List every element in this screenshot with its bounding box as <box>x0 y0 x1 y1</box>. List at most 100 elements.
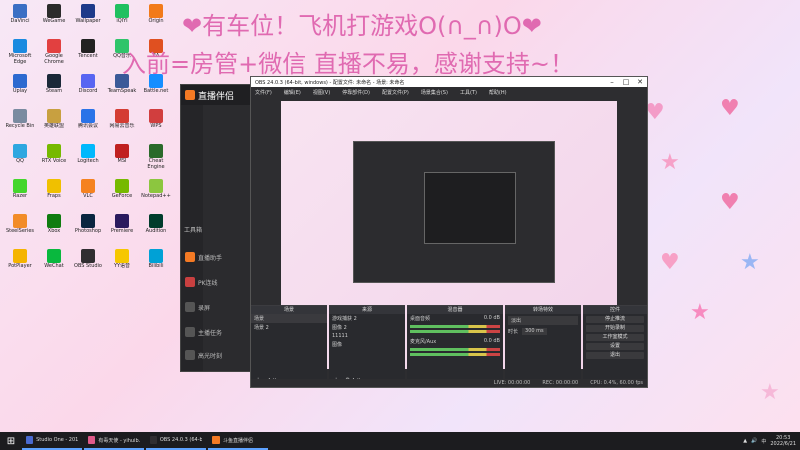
desktop-icon[interactable]: QQ <box>4 144 36 178</box>
nav-highlight[interactable]: 高光时刻 <box>181 343 249 367</box>
duration-label: 时长 <box>508 329 519 335</box>
network-icon[interactable]: ▲ <box>743 438 747 444</box>
app-icon <box>115 4 129 18</box>
desktop-icon[interactable]: Cheat Engine <box>140 144 172 178</box>
desktop-icon-label: Bilibili <box>148 263 164 269</box>
menu-item[interactable]: 帮助(H) <box>489 89 507 96</box>
transition-select[interactable]: 淡出 <box>508 316 578 325</box>
app-icon <box>13 74 27 88</box>
desktop-icon[interactable]: Tencent <box>72 39 104 73</box>
menu-item[interactable]: 文件(F) <box>255 89 272 96</box>
app-icon <box>47 109 61 123</box>
desktop-icon-label: Photoshop <box>74 228 102 234</box>
stop-streaming-button[interactable]: 停止推流 <box>586 316 644 323</box>
minimize-icon[interactable]: – <box>605 78 619 86</box>
desktop-icon[interactable]: YY语音 <box>106 249 138 283</box>
desktop-icon-label: VLC <box>83 193 93 199</box>
desktop-icon[interactable]: MSI <box>106 144 138 178</box>
desktop-icon[interactable]: Premiere <box>106 214 138 248</box>
controls-title: 控件 <box>583 306 647 314</box>
stream-overlay-line2: 入前=房管+微信 直播不易，感谢支持~！ <box>122 50 574 78</box>
settings-button[interactable]: 设置 <box>586 343 644 350</box>
duration-input[interactable]: 300 ms <box>522 328 547 335</box>
start-recording-button[interactable]: 开始录制 <box>586 325 644 332</box>
nav-label: 工具箱 <box>184 227 203 234</box>
ime-indicator[interactable]: 中 <box>761 438 766 445</box>
desktop-icon[interactable]: WPS <box>140 109 172 143</box>
desktop-icon[interactable]: Notepad++ <box>140 179 172 213</box>
desktop-icon[interactable]: Google Chrome <box>38 39 70 73</box>
menu-item[interactable]: 工具(T) <box>460 89 477 96</box>
source-item[interactable]: 图像 <box>329 340 405 349</box>
desktop-icon[interactable]: Steam <box>38 74 70 108</box>
taskbar-app[interactable]: OBS 24.0.3 (64-bi... <box>146 432 206 450</box>
app-icon <box>13 39 27 53</box>
taskbar-app[interactable]: 有毒天使 - yihuib... <box>84 432 144 450</box>
source-item[interactable]: 11111 <box>329 332 405 340</box>
menu-item[interactable]: 场景集合(S) <box>421 89 448 96</box>
live-assistant-window[interactable]: 直播伴侣 工具箱 直播助手 PK连线 录屏 主播任务 高光时刻 <box>180 84 252 372</box>
scene-item[interactable]: 场景 2 <box>251 323 327 332</box>
desktop-icon[interactable]: Origin <box>140 4 172 38</box>
menu-item[interactable]: 视图(V) <box>313 89 330 96</box>
menu-item[interactable]: 停靠部件(D) <box>342 89 370 96</box>
nav-pk[interactable]: PK连线 <box>181 270 249 294</box>
desktop-icon[interactable]: WeGame <box>38 4 70 38</box>
desktop-icon[interactable]: PotPlayer <box>4 249 36 283</box>
desktop-icon[interactable]: RTX Voice <box>38 144 70 178</box>
desktop-icon-label: Google Chrome <box>44 53 64 65</box>
desktop-icon[interactable]: Audition <box>140 214 172 248</box>
desktop-icon[interactable]: Fraps <box>38 179 70 213</box>
clock[interactable]: 20:53 2022/6/21 <box>770 435 796 447</box>
app-icon <box>47 4 61 18</box>
nav-live-helper[interactable]: 直播助手 <box>181 245 249 269</box>
desktop-icon[interactable]: iQIYI <box>106 4 138 38</box>
nav-record[interactable]: 录屏 <box>181 295 249 319</box>
desktop-icon[interactable]: TeamSpeak <box>106 74 138 108</box>
desktop-icon[interactable]: 网易云音乐 <box>106 109 138 143</box>
scene-item[interactable]: 场景 <box>251 314 327 323</box>
nav-task[interactable]: 主播任务 <box>181 320 249 344</box>
taskbar-app[interactable]: Studio One - 201... <box>22 432 82 450</box>
desktop-icon[interactable]: SteelSeries <box>4 214 36 248</box>
desktop-icon[interactable]: DaVinci <box>4 4 36 38</box>
desktop-icon-label: Wallpaper <box>75 18 101 24</box>
menu-item[interactable]: 编辑(E) <box>284 89 301 96</box>
app-icon <box>13 4 27 18</box>
desktop-icon[interactable]: Logitech <box>72 144 104 178</box>
obs-titlebar[interactable]: OBS 24.0.3 (64-bit, windows) - 配置文件: 未命名… <box>251 77 647 87</box>
obs-window[interactable]: OBS 24.0.3 (64-bit, windows) - 配置文件: 未命名… <box>250 76 648 388</box>
volume-icon[interactable]: 🔊 <box>751 438 757 444</box>
app-icon <box>81 109 95 123</box>
desktop-icon[interactable]: Photoshop <box>72 214 104 248</box>
desktop-icon[interactable]: WeChat <box>38 249 70 283</box>
desktop-icon[interactable]: Recycle Bin <box>4 109 36 143</box>
desktop-icon[interactable]: OBS Studio <box>72 249 104 283</box>
desktop-icon-label: Origin <box>148 18 164 24</box>
desktop-icon[interactable]: Razer <box>4 179 36 213</box>
studio-mode-button[interactable]: 工作室模式 <box>586 334 644 341</box>
exit-button[interactable]: 退出 <box>586 352 644 359</box>
desktop-icon-label: WeChat <box>44 263 64 269</box>
desktop-icon[interactable]: Microsoft Edge <box>4 39 36 73</box>
desktop-icon[interactable]: Wallpaper <box>72 4 104 38</box>
source-item[interactable]: 游戏捕获 2 <box>329 314 405 323</box>
source-item[interactable]: 图像 2 <box>329 323 405 332</box>
close-icon[interactable]: ✕ <box>633 78 647 86</box>
desktop-icon[interactable]: GeForce <box>106 179 138 213</box>
desktop-icon[interactable]: Uplay <box>4 74 36 108</box>
desktop-icon[interactable]: Bilibili <box>140 249 172 283</box>
desktop-icon[interactable]: VLC <box>72 179 104 213</box>
maximize-icon[interactable]: □ <box>619 78 633 86</box>
taskbar-app[interactable]: 斗鱼直播伴侣 <box>208 432 268 450</box>
controls-dock: 控件 停止推流 开始录制 工作室模式 设置 退出 <box>583 305 647 386</box>
desktop-icon[interactable]: 腾讯会议 <box>72 109 104 143</box>
desktop-icon[interactable]: Xbox <box>38 214 70 248</box>
desktop-icon[interactable]: 英雄联盟 <box>38 109 70 143</box>
highlight-icon <box>185 350 195 360</box>
desktop-icon[interactable]: Discord <box>72 74 104 108</box>
windows-start-icon[interactable]: ⊞ <box>0 432 22 450</box>
menu-item[interactable]: 配置文件(P) <box>382 89 409 96</box>
desktop-icon-label: TeamSpeak <box>107 88 137 94</box>
desktop-icon[interactable]: Battle.net <box>140 74 172 108</box>
